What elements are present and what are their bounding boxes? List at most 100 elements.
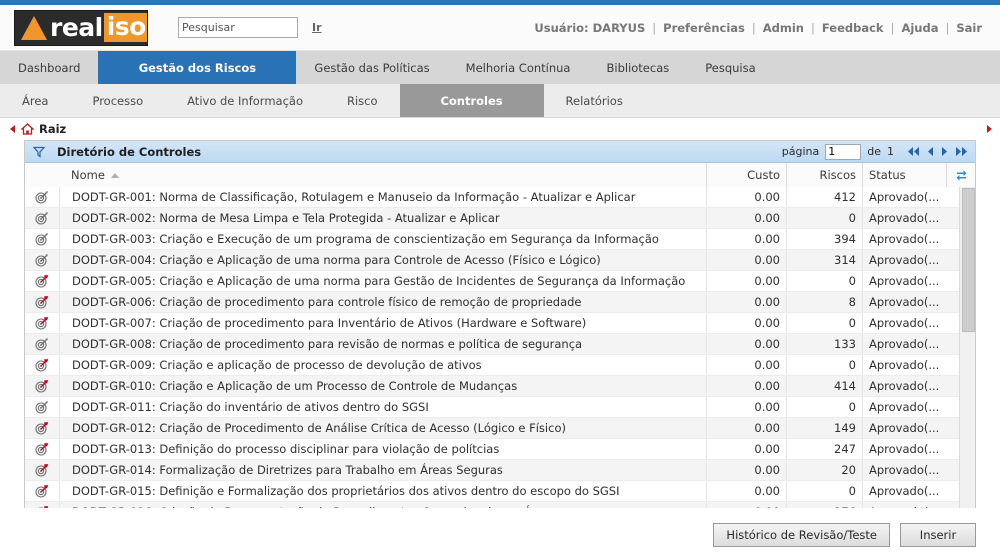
realiso-logo[interactable]: real iso	[14, 9, 148, 46]
target-red-icon[interactable]	[25, 355, 59, 375]
link-feedback[interactable]: Feedback	[822, 21, 884, 35]
table-row[interactable]: DODT-GR-003: Criação e Execução de um pr…	[25, 229, 975, 250]
subtab-controles[interactable]: Controles	[399, 84, 544, 117]
menu-separator: |	[751, 20, 756, 35]
link-sair[interactable]: Sair	[956, 21, 982, 35]
search-input[interactable]	[178, 17, 298, 38]
pager-first-icon[interactable]	[906, 146, 921, 157]
target-red-icon[interactable]	[25, 502, 59, 508]
table-row[interactable]: DODT-GR-006: Criação de procedimento par…	[25, 292, 975, 313]
search-go-link[interactable]: Ir	[312, 21, 322, 34]
home-icon[interactable]	[21, 123, 34, 135]
table-row[interactable]: DODT-GR-002: Norma de Mesa Limpa e Tela …	[25, 208, 975, 229]
cell-nome[interactable]: DODT-GR-006: Criação de procedimento par…	[59, 292, 707, 312]
subtab-relatorios[interactable]: Relatórios	[544, 84, 645, 117]
target-gray-icon[interactable]	[25, 208, 59, 228]
table-row[interactable]: DODT-GR-010: Criação e Aplicação de um P…	[25, 376, 975, 397]
cell-nome[interactable]: DODT-GR-001: Norma de Classificação, Rot…	[59, 187, 707, 207]
cell-nome[interactable]: DODT-GR-013: Definição do processo disci…	[59, 439, 707, 459]
filter-funnel-icon[interactable]	[33, 146, 45, 158]
target-gray-icon[interactable]	[25, 187, 59, 207]
cell-custo: 0.00	[707, 271, 787, 291]
tab-gestao-dos-riscos[interactable]: Gestão dos Riscos	[98, 51, 297, 84]
table-row[interactable]: DODT-GR-011: Criação do inventário de at…	[25, 397, 975, 418]
cell-custo: 0.00	[707, 502, 787, 508]
cell-nome[interactable]: DODT-GR-004: Criação e Aplicação de uma …	[59, 250, 707, 270]
table-row[interactable]: DODT-GR-012: Criação de Procedimento de …	[25, 418, 975, 439]
table-row[interactable]: DODT-GR-009: Criação e aplicação de proc…	[25, 355, 975, 376]
refresh-icon[interactable]	[947, 163, 975, 187]
column-header-riscos[interactable]: Riscos	[787, 163, 863, 187]
link-admin[interactable]: Admin	[763, 21, 804, 35]
table-row[interactable]: DODT-GR-005: Criação e Aplicação de uma …	[25, 271, 975, 292]
cell-nome[interactable]: DODT-GR-011: Criação do inventário de at…	[59, 397, 707, 417]
target-red-icon[interactable]	[25, 418, 59, 438]
tab-bibliotecas[interactable]: Bibliotecas	[588, 51, 687, 84]
sub-tab-bar: Área Processo Ativo de Informação Risco …	[0, 84, 1000, 118]
cell-nome[interactable]: DODT-GR-016: Criação de Documentação de …	[59, 502, 707, 508]
subtab-processo[interactable]: Processo	[70, 84, 165, 117]
tab-melhoria-continua[interactable]: Melhoria Contínua	[448, 51, 589, 84]
target-gray-icon[interactable]	[25, 334, 59, 354]
subtab-area[interactable]: Área	[0, 84, 70, 117]
pager-prev-icon[interactable]	[926, 146, 935, 157]
table-row[interactable]: DODT-GR-007: Criação de procedimento par…	[25, 313, 975, 334]
table-row[interactable]: DODT-GR-016: Criação de Documentação de …	[25, 502, 975, 508]
pager-page-label: página	[781, 145, 820, 158]
inserir-button[interactable]: Inserir	[900, 523, 976, 547]
pager-next-icon[interactable]	[940, 146, 949, 157]
target-red-icon[interactable]	[25, 376, 59, 396]
table-row[interactable]: DODT-GR-015: Definição e Formalização do…	[25, 481, 975, 502]
cell-nome[interactable]: DODT-GR-014: Formalização de Diretrizes …	[59, 460, 707, 480]
cell-nome[interactable]: DODT-GR-008: Criação de procedimento par…	[59, 334, 707, 354]
cell-status: Aprovado(...	[869, 337, 940, 351]
pager-last-icon[interactable]	[954, 146, 969, 157]
target-red-icon[interactable]	[25, 271, 59, 291]
cell-nome[interactable]: DODT-GR-005: Criação e Aplicação de uma …	[59, 271, 707, 291]
target-gray-icon[interactable]	[25, 229, 59, 249]
grid-scroll-thumb[interactable]	[962, 188, 975, 332]
tab-pesquisa[interactable]: Pesquisa	[687, 51, 773, 84]
subtab-risco[interactable]: Risco	[325, 84, 400, 117]
cell-status: Aprovado(...	[869, 295, 940, 309]
column-header-nome[interactable]: Nome	[59, 163, 707, 187]
breadcrumb-label[interactable]: Raiz	[39, 122, 66, 136]
target-gray-icon[interactable]	[25, 397, 59, 417]
breadcrumb-back-arrow-icon[interactable]	[10, 125, 15, 133]
column-header-custo[interactable]: Custo	[707, 163, 787, 187]
link-ajuda[interactable]: Ajuda	[901, 21, 938, 35]
cell-nome[interactable]: DODT-GR-007: Criação de procedimento par…	[59, 313, 707, 333]
cell-nome[interactable]: DODT-GR-002: Norma de Mesa Limpa e Tela …	[59, 208, 707, 228]
table-row[interactable]: DODT-GR-001: Norma de Classificação, Rot…	[25, 187, 975, 208]
link-preferencias[interactable]: Preferências	[663, 21, 745, 35]
target-red-icon[interactable]	[25, 292, 59, 312]
current-user-label: Usuário: DARYUS	[534, 20, 646, 35]
target-red-icon[interactable]	[25, 481, 59, 501]
target-gray-icon[interactable]	[25, 250, 59, 270]
cell-riscos: 0	[787, 397, 863, 417]
cell-nome[interactable]: DODT-GR-009: Criação e aplicação de proc…	[59, 355, 707, 375]
pager-page-input[interactable]	[825, 143, 862, 160]
breadcrumb-forward-arrow-icon[interactable]	[987, 125, 992, 133]
tab-dashboard[interactable]: Dashboard	[0, 51, 98, 84]
cell-nome[interactable]: DODT-GR-012: Criação de Procedimento de …	[59, 418, 707, 438]
table-row[interactable]: DODT-GR-008: Criação de procedimento par…	[25, 334, 975, 355]
target-red-icon[interactable]	[25, 439, 59, 459]
subtab-ativo-de-informacao[interactable]: Ativo de Informação	[165, 84, 325, 117]
cell-nome[interactable]: DODT-GR-003: Criação e Execução de um pr…	[59, 229, 707, 249]
cell-riscos: 0	[787, 208, 863, 228]
tab-gestao-das-politicas[interactable]: Gestão das Políticas	[296, 51, 447, 84]
grid-vertical-scrollbar[interactable]	[959, 187, 975, 508]
target-red-icon[interactable]	[25, 460, 59, 480]
table-row[interactable]: DODT-GR-014: Formalização de Diretrizes …	[25, 460, 975, 481]
column-header-status[interactable]: Status	[863, 163, 947, 187]
app-header: real iso Ir Usuário: DARYUS | Preferênci…	[0, 5, 1000, 51]
cell-riscos: 247	[787, 439, 863, 459]
cell-riscos: 133	[787, 334, 863, 354]
table-row[interactable]: DODT-GR-004: Criação e Aplicação de uma …	[25, 250, 975, 271]
historico-revisao-teste-button[interactable]: Histórico de Revisão/Teste	[713, 523, 890, 547]
target-red-icon[interactable]	[25, 313, 59, 333]
table-row[interactable]: DODT-GR-013: Definição do processo disci…	[25, 439, 975, 460]
cell-nome[interactable]: DODT-GR-015: Definição e Formalização do…	[59, 481, 707, 501]
cell-nome[interactable]: DODT-GR-010: Criação e Aplicação de um P…	[59, 376, 707, 396]
